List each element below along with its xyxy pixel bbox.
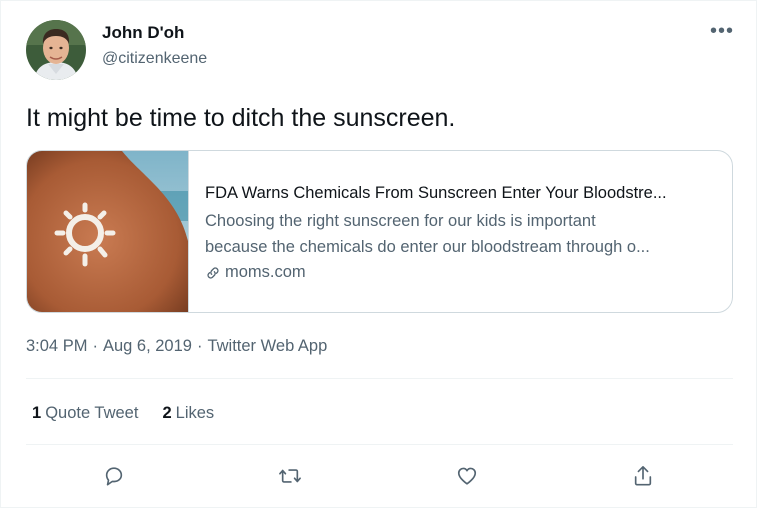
tweet-source[interactable]: Twitter Web App (207, 337, 327, 355)
like-icon (457, 467, 477, 485)
avatar[interactable] (26, 20, 86, 80)
avatar-photo-icon (26, 20, 86, 80)
retweet-icon (279, 469, 301, 483)
divider (26, 444, 733, 445)
action-bar (1, 459, 758, 493)
share-icon (634, 466, 652, 486)
card-image (27, 151, 189, 312)
tweet: John D'oh @citizenkeene ••• It might be … (0, 0, 757, 508)
separator: · (196, 337, 203, 355)
card-description-line: because the chemicals do enter our blood… (205, 238, 650, 256)
likes-link[interactable]: 2 Likes (162, 404, 214, 423)
card-title: FDA Warns Chemicals From Sunscreen Enter… (205, 184, 667, 202)
tweet-stats: 1 Quote Tweet 2 Likes (32, 404, 238, 423)
link-card[interactable]: FDA Warns Chemicals From Sunscreen Enter… (26, 150, 733, 313)
sunscreen-sun-image-icon (27, 151, 188, 312)
like-count: 2 (162, 404, 172, 422)
card-description-line: Choosing the right sunscreen for our kid… (205, 212, 596, 230)
like-button[interactable] (450, 459, 484, 493)
more-horizontal-icon: ••• (709, 20, 734, 42)
reply-button[interactable] (97, 459, 131, 493)
card-domain: moms.com (205, 263, 306, 282)
tweet-time[interactable]: 3:04 PM (26, 337, 87, 355)
tweet-date[interactable]: Aug 6, 2019 (103, 337, 192, 355)
author-handle[interactable]: @citizenkeene (102, 50, 207, 68)
link-icon (207, 266, 219, 279)
tweet-metadata: 3:04 PM · Aug 6, 2019 · Twitter Web App (26, 337, 327, 356)
card-description: Choosing the right sunscreen for our kid… (205, 208, 715, 260)
quote-count: 1 (32, 404, 42, 422)
quote-label: Quote Tweet (45, 404, 139, 422)
author-name[interactable]: John D'oh (102, 23, 184, 43)
retweet-button[interactable] (273, 459, 307, 493)
divider (26, 378, 733, 379)
like-label: Likes (175, 404, 215, 422)
quote-tweets-link[interactable]: 1 Quote Tweet (32, 404, 138, 423)
separator: · (92, 337, 98, 355)
card-domain-label: moms.com (225, 263, 306, 281)
more-options-button[interactable]: ••• (707, 21, 737, 45)
tweet-text: It might be time to ditch the sunscreen. (26, 104, 456, 132)
reply-icon (105, 467, 123, 486)
share-button[interactable] (626, 459, 660, 493)
